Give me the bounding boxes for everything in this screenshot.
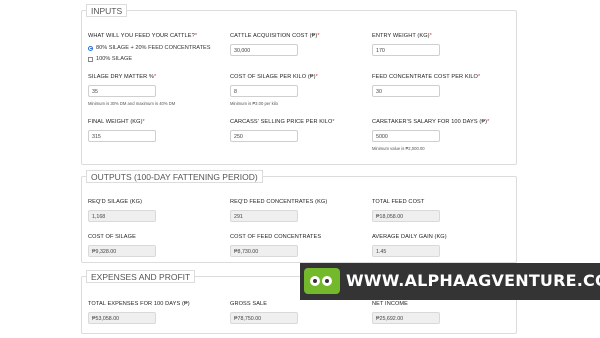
selling-price-label: CARCASS' SELLING PRICE PER KILO	[230, 119, 333, 125]
inputs-section-title: INPUTS	[86, 4, 128, 17]
entry-weight-label: ENTRY WEIGHT (KG)	[372, 33, 430, 39]
cost-silage-label: COST OF SILAGE	[88, 234, 136, 240]
selling-price-field: CARCASS' SELLING PRICE PER KILO* 250	[230, 119, 335, 142]
entry-weight-field: ENTRY WEIGHT (KG)* 170	[372, 33, 440, 56]
req-silage-label: REQ'D SILAGE (KG)	[88, 199, 143, 205]
feed-question-label: WHAT WILL YOU FEED YOUR CATTLE?	[88, 33, 195, 39]
caretaker-field: CARETAKER'S SALARY FOR 100 DAYS (₱)* 500…	[372, 119, 490, 151]
expenses-section-title: EXPENSES AND PROFIT	[86, 270, 196, 283]
cost-conc-label: COST OF FEED CONCENTRATES	[230, 234, 322, 240]
cattle-cost-input[interactable]: 30,000	[230, 44, 298, 56]
feed-option-2[interactable]: 100% SILAGE	[88, 56, 210, 62]
net-income-field: NET INCOME ₱25,692.00	[372, 301, 440, 324]
conc-cost-field: FEED CONCENTRATE COST PER KILO* 30	[372, 74, 481, 97]
cost-silage-field: COST OF SILAGE ₱9,328.00	[88, 234, 156, 257]
req-conc-field: REQ'D FEED CONCENTRATES (KG) 291	[230, 199, 327, 222]
net-income-label: NET INCOME	[372, 301, 409, 307]
adg-output: 1.45	[372, 245, 440, 257]
cost-conc-field: COST OF FEED CONCENTRATES ₱8,730.00	[230, 234, 321, 257]
total-feed-field: TOTAL FEED COST ₱18,058.00	[372, 199, 440, 222]
silage-cost-label: COST OF SILAGE PER KILO (₱)	[230, 74, 316, 80]
cattle-cost-field: CATTLE ACQUISITION COST (₱)* 30,000	[230, 33, 320, 56]
final-weight-field: FINAL WEIGHT (KG)* 315	[88, 119, 156, 142]
net-income-output: ₱25,692.00	[372, 312, 440, 324]
feed-option-1[interactable]: 80% SILAGE + 20% FEED CONCENTRATES	[88, 45, 210, 51]
adg-field: AVERAGE DAILY GAIN (KG) 1.45	[372, 234, 447, 257]
conc-cost-input[interactable]: 30	[372, 85, 440, 97]
silage-dm-help: Minimum is 30% DM and maximum is 40% DM	[88, 101, 176, 106]
total-expenses-label: TOTAL EXPENSES FOR 100 DAYS (₱)	[88, 301, 190, 307]
silage-cost-help: Minimum is ₱3.00 per kilo	[230, 101, 278, 106]
checkbox-icon[interactable]	[88, 56, 93, 62]
req-silage-field: REQ'D SILAGE (KG) 1,168	[88, 199, 156, 222]
req-conc-label: REQ'D FEED CONCENTRATES (KG)	[230, 199, 328, 205]
total-feed-label: TOTAL FEED COST	[372, 199, 425, 205]
caretaker-label: CARETAKER'S SALARY FOR 100 DAYS (₱)	[372, 119, 488, 125]
caretaker-input[interactable]: 5000	[372, 130, 440, 142]
silage-cost-field: COST OF SILAGE PER KILO (₱)* 8 Minimum i…	[230, 74, 318, 106]
cost-silage-output: ₱9,328.00	[88, 245, 156, 257]
silage-cost-input[interactable]: 8	[230, 85, 298, 97]
total-expenses-field: TOTAL EXPENSES FOR 100 DAYS (₱) ₱53,058.…	[88, 301, 190, 324]
radio-selected-icon[interactable]	[88, 45, 93, 51]
cattle-cost-label: CATTLE ACQUISITION COST (₱)	[230, 33, 318, 39]
entry-weight-input[interactable]: 170	[372, 44, 440, 56]
inputs-section: INPUTS WHAT WILL YOU FEED YOUR CATTLE?* …	[81, 4, 517, 165]
outputs-section-title: OUTPUTS (100-DAY FATTENING PERIOD)	[86, 170, 263, 183]
feed-option-1-label: 80% SILAGE + 20% FEED CONCENTRATES	[96, 45, 211, 51]
gross-sale-output: ₱78,750.00	[230, 312, 298, 324]
silage-dm-input[interactable]: 35	[88, 85, 156, 97]
cost-conc-output: ₱8,730.00	[230, 245, 298, 257]
final-weight-label: FINAL WEIGHT (KG)	[88, 119, 143, 125]
silage-dm-field: SILAGE DRY MATTER %* 35 Minimum is 30% D…	[88, 74, 176, 106]
watermark-text: WWW.ALPHAAGVENTURE.COM	[346, 271, 600, 290]
conc-cost-label: FEED CONCENTRATE COST PER KILO	[372, 74, 478, 80]
outputs-section: OUTPUTS (100-DAY FATTENING PERIOD) REQ'D…	[81, 170, 517, 263]
req-conc-output: 291	[230, 210, 298, 222]
gross-sale-field: GROSS SALE ₱78,750.00	[230, 301, 298, 324]
total-feed-output: ₱18,058.00	[372, 210, 440, 222]
gross-sale-label: GROSS SALE	[230, 301, 268, 307]
req-silage-output: 1,168	[88, 210, 156, 222]
selling-price-input[interactable]: 250	[230, 130, 298, 142]
final-weight-input[interactable]: 315	[88, 130, 156, 142]
total-expenses-output: ₱53,058.00	[88, 312, 156, 324]
adg-label: AVERAGE DAILY GAIN (KG)	[372, 234, 447, 240]
silage-dm-label: SILAGE DRY MATTER %	[88, 74, 154, 80]
caretaker-help: Minimum value is ₱2,000.00	[372, 146, 425, 151]
alphaagventure-logo-icon	[304, 268, 340, 294]
feed-choice-group: WHAT WILL YOU FEED YOUR CATTLE?* 80% SIL…	[88, 33, 211, 62]
feed-option-2-label: 100% SILAGE	[96, 56, 133, 62]
